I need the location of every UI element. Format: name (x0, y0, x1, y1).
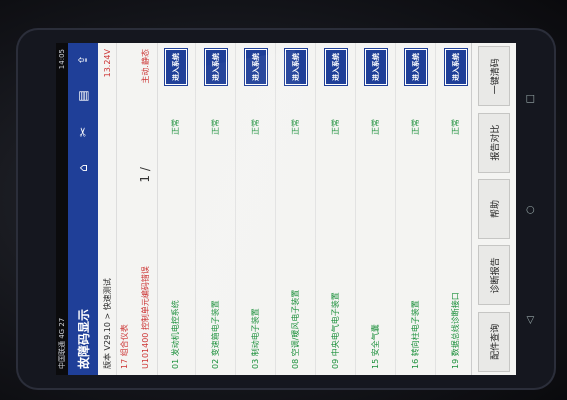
clear-codes-button[interactable]: 一键清码 (478, 46, 510, 107)
list-item: 02 变速箱电子装置 正常 进入系统 (196, 43, 236, 375)
tools-icon[interactable]: ✂ (72, 121, 94, 143)
enter-system-button[interactable]: 进入系统 (364, 49, 387, 85)
enter-system-button[interactable]: 进入系统 (284, 49, 307, 85)
rotated-screen: 中国联通 4G 27 14:05 故障码显示 ⌂ ✂ ▤ ⇪ 版本 V29.10… (56, 43, 536, 375)
mode-label: 主动.静态 (140, 49, 150, 84)
back-icon[interactable]: ◁ (525, 316, 536, 324)
enter-system-button[interactable]: 进入系统 (404, 49, 427, 85)
list-item: 08 空调/暖风电子装置 正常 进入系统 (276, 43, 316, 375)
system-name: 08 空调/暖风电子装置 (291, 289, 300, 369)
photo: 中国联通 4G 27 14:05 故障码显示 ⌂ ✂ ▤ ⇪ 版本 V29.10… (0, 0, 567, 400)
help-button[interactable]: 帮助 (478, 179, 510, 240)
list-item: 16 转向柱电子装置 正常 进入系统 (396, 43, 436, 375)
system-name: 02 变速箱电子装置 (211, 300, 220, 369)
system-status: 正常 (251, 119, 260, 135)
status-time: 14:05 (58, 49, 66, 70)
system-name: 01 发动机电控系统 (171, 300, 180, 369)
enter-system-button[interactable]: 进入系统 (324, 49, 347, 85)
system-name: 09 中央电气电子装置 (331, 292, 340, 369)
status-carrier: 中国联通 4G 27 (58, 317, 66, 369)
list-item: 03 制动电子装置 正常 进入系统 (236, 43, 276, 375)
parts-query-button[interactable]: 配件查询 (478, 311, 510, 372)
list-item: 15 安全气囊 正常 进入系统 (356, 43, 396, 375)
system-status: 正常 (211, 119, 220, 135)
share-icon[interactable]: ⇪ (72, 49, 94, 71)
recent-apps-icon[interactable]: □ (525, 94, 536, 103)
group-label: 17 组合仪表 (120, 324, 129, 369)
system-name: 03 制动电子装置 (251, 308, 260, 369)
warning-bar: U101400 控制单元编码错误 1 / 主动.静态 (133, 43, 158, 375)
enter-system-button[interactable]: 进入系统 (244, 49, 267, 85)
battery-voltage: 13.24V (102, 49, 112, 78)
page-title: 故障码显示 (76, 308, 91, 369)
system-status: 正常 (171, 119, 180, 135)
status-bar: 中国联通 4G 27 14:05 (56, 43, 68, 375)
fault-warning: U101400 控制单元编码错误 (140, 266, 150, 369)
bottom-toolbar: 配件查询 诊断报告 帮助 报告对比 一键清码 (471, 43, 516, 375)
print-icon[interactable]: ▤ (72, 85, 94, 107)
android-nav-bar: ◁ ○ □ (518, 43, 542, 375)
app-bar: 故障码显示 ⌂ ✂ ▤ ⇪ (68, 43, 98, 375)
version-text: 版本 V29.10 > 快速测试 (102, 278, 112, 369)
page-indicator[interactable]: 1 / (138, 167, 152, 183)
system-name: 16 转向柱电子装置 (411, 300, 420, 369)
system-status: 正常 (411, 119, 420, 135)
home-circle-icon[interactable]: ○ (525, 206, 536, 215)
list-item: 01 发动机电控系统 正常 进入系统 (156, 43, 196, 375)
app-screen: 中国联通 4G 27 14:05 故障码显示 ⌂ ✂ ▤ ⇪ 版本 V29.10… (56, 43, 516, 375)
system-status: 正常 (331, 119, 340, 135)
list-item: 09 中央电气电子装置 正常 进入系统 (316, 43, 356, 375)
version-bar: 版本 V29.10 > 快速测试 13.24V (98, 43, 117, 375)
system-status: 正常 (291, 119, 300, 135)
home-icon[interactable]: ⌂ (72, 157, 94, 179)
system-name: 19 数据总线诊断接口 (451, 292, 460, 369)
enter-system-button[interactable]: 进入系统 (164, 49, 187, 85)
enter-system-button[interactable]: 进入系统 (204, 49, 227, 85)
enter-system-button[interactable]: 进入系统 (444, 49, 467, 85)
diagnostic-report-button[interactable]: 诊断报告 (478, 245, 510, 306)
report-compare-button[interactable]: 报告对比 (478, 112, 510, 173)
system-status: 正常 (371, 119, 380, 135)
system-status: 正常 (451, 119, 460, 135)
system-list: 01 发动机电控系统 正常 进入系统 02 变速箱电子装置 正常 进入系统 03… (156, 43, 476, 375)
list-item: 19 数据总线诊断接口 正常 进入系统 (436, 43, 476, 375)
system-name: 15 安全气囊 (371, 324, 380, 369)
tablet-frame: 中国联通 4G 27 14:05 故障码显示 ⌂ ✂ ▤ ⇪ 版本 V29.10… (16, 28, 556, 390)
